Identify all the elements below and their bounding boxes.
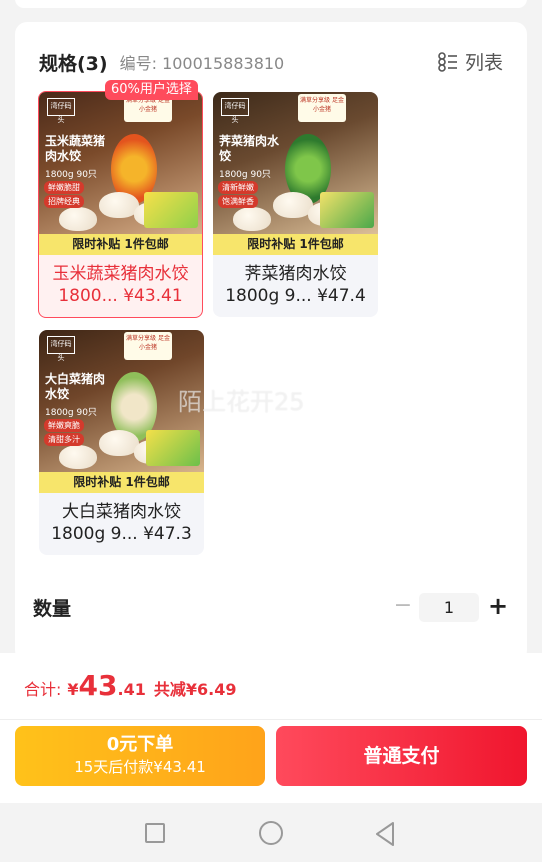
pay-later-title: 0元下单 bbox=[106, 734, 174, 755]
subsidy-banner: 限时补贴 1件包邮 bbox=[39, 234, 202, 255]
brand-logo: 湾仔码头 bbox=[221, 98, 249, 124]
product-name: 荠菜猪肉水饺 bbox=[244, 264, 347, 284]
quantity-decrease-button[interactable]: − bbox=[391, 590, 415, 624]
total-summary: 合计: ¥ 43 .41 共减¥6.49 bbox=[24, 669, 236, 702]
checkout-bar: 合计: ¥ 43 .41 共减¥6.49 0元下单 15天后付款¥43.41 普… bbox=[0, 653, 542, 803]
quantity-input[interactable]: 1 bbox=[419, 593, 479, 622]
divider bbox=[0, 719, 542, 720]
product-option-shepherds-purse[interactable]: 湾仔码头 满草分享级 足金小金猪 荠菜猪肉水饺 1800g 90只 清新鲜嫩 饱… bbox=[213, 92, 378, 317]
subsidy-banner: 限时补贴 1件包邮 bbox=[213, 234, 378, 255]
list-view-toggle[interactable]: 列表 bbox=[437, 48, 503, 75]
product-option-cabbage[interactable]: 湾仔码头 满草分享级 足金小金猪 大白菜猪肉水饺 1800g 90只 鲜嫩爽脆 … bbox=[39, 330, 204, 555]
promo-badge: 满草分享级 足金小金猪 bbox=[124, 332, 172, 360]
product-price: 1800g 9... ¥47.4 bbox=[225, 286, 366, 306]
back-icon[interactable] bbox=[374, 821, 396, 847]
normal-pay-button[interactable]: 普通支付 bbox=[276, 726, 527, 786]
home-icon[interactable] bbox=[259, 821, 283, 845]
spec-header: 规格(3) 编号: 100015883810 列表 bbox=[39, 48, 503, 76]
product-option-corn[interactable]: 湾仔码头 满草分享级 足金小金猪 玉米蔬菜猪肉水饺 1800g 90只 鲜嫩脆甜… bbox=[38, 91, 203, 318]
image-weight: 1800g 90只 bbox=[45, 408, 97, 418]
popular-choice-badge: 60%用户选择 bbox=[105, 80, 198, 100]
image-title: 荠菜猪肉水饺 bbox=[219, 134, 280, 163]
total-currency: ¥ bbox=[67, 680, 79, 699]
system-nav-bar bbox=[0, 803, 542, 862]
quantity-row: 数量 − 1 + bbox=[33, 590, 509, 624]
image-tag: 清甜多汁 bbox=[44, 433, 84, 446]
total-integer: 43 bbox=[78, 669, 118, 702]
watermark: 陌上花开25 bbox=[178, 388, 305, 416]
product-name: 大白菜猪肉水饺 bbox=[62, 502, 181, 522]
product-price: 1800... ¥43.41 bbox=[58, 286, 183, 306]
recent-apps-icon[interactable] bbox=[145, 823, 165, 843]
product-code: 编号: 100015883810 bbox=[119, 54, 285, 73]
brand-logo: 湾仔码头 bbox=[47, 98, 75, 124]
image-title: 玉米蔬菜猪肉水饺 bbox=[45, 134, 106, 163]
image-title: 大白菜猪肉水饺 bbox=[45, 372, 106, 401]
image-tag: 清新鲜嫩 bbox=[218, 181, 258, 194]
spec-title: 规格(3) bbox=[39, 52, 108, 75]
list-label: 列表 bbox=[464, 52, 503, 74]
subsidy-banner: 限时补贴 1件包邮 bbox=[39, 472, 204, 493]
image-tag: 鲜嫩脆甜 bbox=[44, 181, 84, 194]
image-tag: 鲜嫩爽脆 bbox=[44, 419, 84, 432]
total-decimal: .41 bbox=[117, 680, 146, 699]
product-name: 玉米蔬菜猪肉水饺 bbox=[52, 264, 189, 284]
total-label: 合计: bbox=[24, 680, 62, 699]
pay-later-subtitle: 15天后付款¥43.41 bbox=[74, 758, 206, 776]
image-weight: 1800g 90只 bbox=[45, 170, 97, 180]
image-tag: 招牌经典 bbox=[44, 195, 84, 208]
promo-badge: 满草分享级 足金小金猪 bbox=[298, 94, 346, 122]
quantity-increase-button[interactable]: + bbox=[485, 590, 511, 624]
product-image: 湾仔码头 满草分享级 足金小金猪 玉米蔬菜猪肉水饺 1800g 90只 鲜嫩脆甜… bbox=[39, 92, 202, 234]
image-tag: 饱满鲜香 bbox=[218, 195, 258, 208]
image-weight: 1800g 90只 bbox=[219, 170, 271, 180]
pay-later-button[interactable]: 0元下单 15天后付款¥43.41 bbox=[15, 726, 265, 786]
total-discount: 共减¥6.49 bbox=[153, 680, 237, 699]
previous-section-card bbox=[15, 0, 527, 8]
product-price: 1800g 9... ¥47.3 bbox=[51, 524, 192, 544]
list-icon bbox=[438, 51, 457, 72]
product-image: 湾仔码头 满草分享级 足金小金猪 荠菜猪肉水饺 1800g 90只 清新鲜嫩 饱… bbox=[213, 92, 378, 234]
brand-logo: 湾仔码头 bbox=[47, 336, 75, 362]
quantity-label: 数量 bbox=[33, 598, 72, 620]
